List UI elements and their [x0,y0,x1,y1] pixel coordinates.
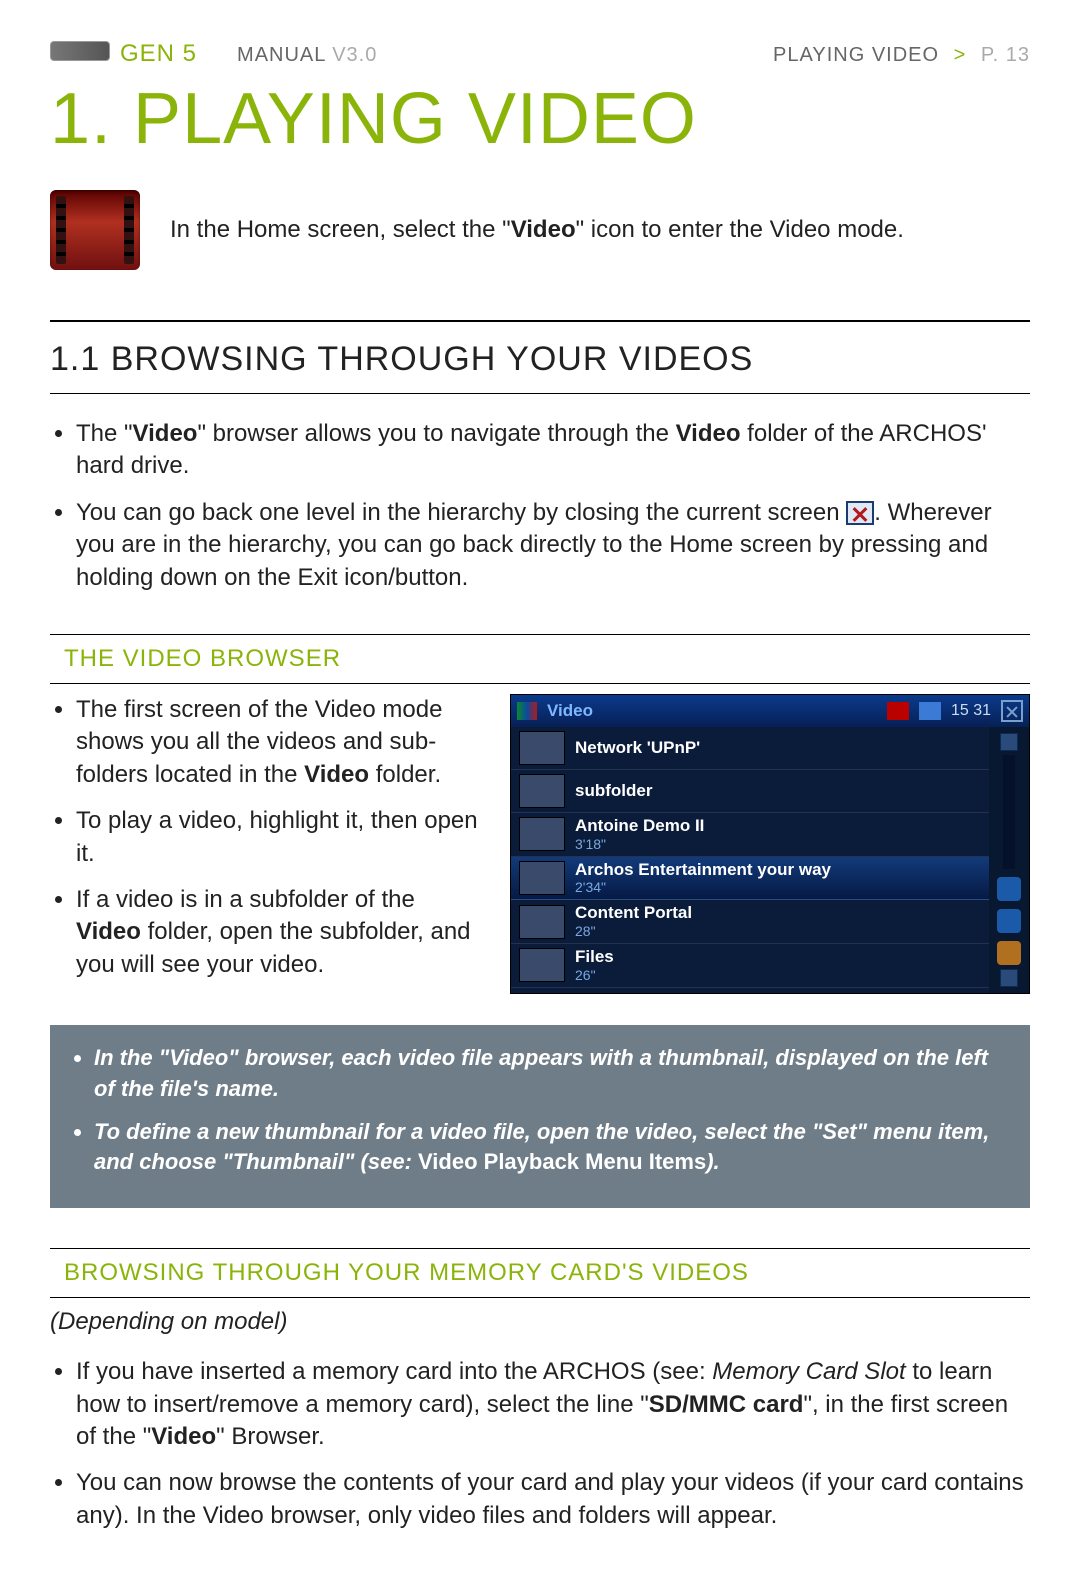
t: Video [676,420,741,447]
depending-on-model: (Depending on model) [50,1308,1030,1336]
t: ). [706,1149,719,1174]
file-duration: 28" [575,923,692,939]
screenshot-titlebar: Video 15 31 [511,695,1029,727]
thumbnail [519,817,565,851]
scroll-up-icon[interactable] [1000,733,1018,751]
video-browser-list: The first screen of the Video mode shows… [50,694,480,981]
crumb-sep: > [946,44,975,66]
t: You can go back one level in the hierarc… [76,499,846,526]
section-1-1-heading: 1.1 BROWSING THROUGH YOUR VIDEOS [50,340,1030,379]
file-title: Archos Entertainment your way [575,861,831,880]
file-title: Antoine Demo II [575,817,704,836]
memory-card-heading: BROWSING THROUGH YOUR MEMORY CARD'S VIDE… [50,1259,1030,1287]
t: Video [151,1423,216,1450]
list-item: To play a video, highlight it, then open… [76,805,480,870]
device-screenshot: Video 15 31 Network 'UPnP' subfolder Antoi… [510,694,1030,994]
list-item: The first screen of the Video mode shows… [76,694,480,791]
screenshot-file-list: Network 'UPnP' subfolder Antoine Demo II3'… [511,727,989,993]
battery-icon [919,702,941,720]
file-row[interactable]: Archos Entertainment your way2'34" [511,857,989,901]
t: " Browser. [216,1423,325,1450]
list-item: If a video is in a subfolder of the Vide… [76,884,480,981]
manual-label: MANUAL V3.0 [237,44,377,67]
file-duration: 26" [575,967,614,983]
file-title: Content Portal [575,904,692,923]
list-item: You can now browse the contents of your … [76,1467,1030,1532]
t: Video Playback Menu Items [418,1149,706,1174]
file-duration: 2'34" [575,879,831,895]
t: SD/MMC card [649,1391,804,1418]
file-row[interactable]: Files26" [511,944,989,988]
section-1-1-list: The "Video" browser allows you to naviga… [50,418,1030,594]
list-item: You can go back one level in the hierarc… [76,497,1030,594]
t: If you have inserted a memory card into … [76,1358,712,1385]
screenshot-title: Video [547,701,877,721]
intro-post: " icon to enter the Video mode. [576,216,904,243]
home-icon[interactable] [997,941,1021,965]
t: The " [76,420,133,447]
gen-label: GEN 5 [120,40,197,68]
t: Video [304,761,369,788]
tip-item: To define a new thumbnail for a video fi… [94,1117,1008,1179]
thumbnail [519,905,565,939]
brand-logo [50,41,110,61]
file-row[interactable]: Content Portal28" [511,900,989,944]
scrollbar-track[interactable] [1003,755,1015,869]
file-title: Network 'UPnP' [575,739,700,758]
file-title: subfolder [575,782,652,801]
thumbnail [519,774,565,808]
t: If a video is in a subfolder of the [76,886,415,913]
t: Memory Card Slot [712,1358,905,1385]
close-icon [846,501,874,525]
flag-icon [887,702,909,720]
thumbnail [519,948,565,982]
t: In the "Video" browser, each video file … [94,1045,988,1101]
memory-card-list: If you have inserted a memory card into … [50,1356,1030,1532]
t: Video [133,420,198,447]
info-icon[interactable] [997,877,1021,901]
video-app-icon [50,190,140,270]
app-icon [517,702,537,720]
manual-text: MANUAL [237,44,326,66]
page-title: 1. PLAYING VIDEO [50,78,1030,160]
t: " browser allows you to navigate through… [197,420,675,447]
close-icon[interactable] [1001,700,1023,722]
thumbnail [519,731,565,765]
file-title: Files [575,948,614,967]
screenshot-clock: 15 31 [951,702,991,720]
scroll-down-icon[interactable] [1000,969,1018,987]
action-icon[interactable] [997,909,1021,933]
t: folder. [369,761,441,788]
list-item: The "Video" browser allows you to naviga… [76,418,1030,483]
top-bar: GEN 5 MANUAL V3.0 PLAYING VIDEO > P. 13 [50,40,1030,68]
intro-bold: Video [511,216,576,243]
tip-item: In the "Video" browser, each video file … [94,1043,1008,1105]
list-item: If you have inserted a memory card into … [76,1356,1030,1453]
crumb-section: PLAYING VIDEO [773,44,939,66]
breadcrumb: PLAYING VIDEO > P. 13 [773,44,1030,67]
intro-text: In the Home screen, select the "Video" i… [170,216,1030,244]
file-duration: 3'18" [575,836,704,852]
intro-pre: In the Home screen, select the " [170,216,511,243]
file-row[interactable]: subfolder [511,770,989,813]
crumb-page: P. 13 [981,44,1030,66]
file-row[interactable]: Antoine Demo II3'18" [511,813,989,857]
manual-version: V3.0 [332,44,377,66]
tips-box: In the "Video" browser, each video file … [50,1025,1030,1208]
screenshot-sidebar [989,727,1029,993]
thumbnail [519,861,565,895]
file-row[interactable]: Network 'UPnP' [511,727,989,770]
video-browser-heading: THE VIDEO BROWSER [50,645,1030,673]
t: Video [76,918,141,945]
